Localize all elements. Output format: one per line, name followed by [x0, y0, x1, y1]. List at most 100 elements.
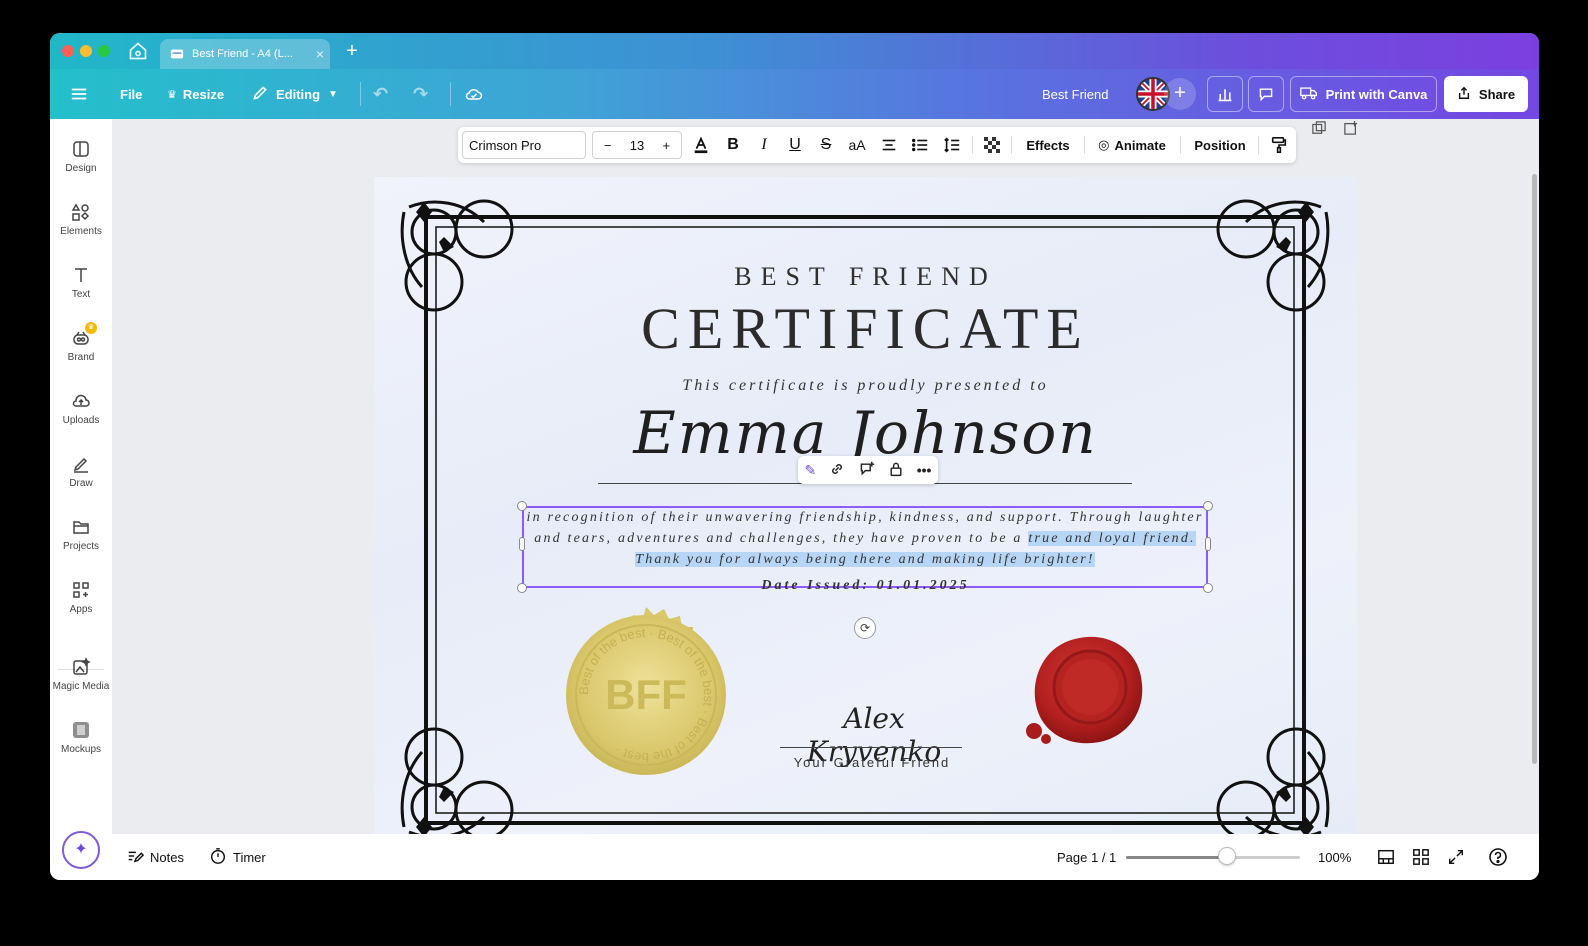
active-tab[interactable]: Best Friend - A4 (L... ×	[160, 39, 330, 69]
certificate-body-text[interactable]: in recognition of their unwavering frien…	[524, 507, 1206, 570]
fullscreen-icon[interactable]	[1447, 834, 1465, 880]
sidebar-item-brand[interactable]: ♛ Brand	[50, 322, 112, 378]
close-window-button[interactable]	[62, 45, 74, 57]
sidebar-item-apps[interactable]: Apps	[50, 574, 112, 630]
bullet-list-icon[interactable]	[907, 127, 933, 163]
page-indicator[interactable]: Page 1 / 1	[1057, 834, 1116, 880]
certificate-eyebrow[interactable]: BEST FRIEND	[374, 262, 1357, 292]
sidebar-item-label: Elements	[60, 226, 102, 237]
text-color-icon[interactable]	[688, 127, 714, 163]
brand-icon: ♛	[71, 322, 97, 348]
editing-mode-button[interactable]: Editing ▼	[252, 69, 338, 119]
undo-icon[interactable]: ↶	[373, 69, 388, 119]
paint-roller-icon[interactable]	[1266, 127, 1292, 163]
sidebar-item-uploads[interactable]: Uploads	[50, 385, 112, 441]
sidebar-item-elements[interactable]: Elements	[50, 196, 112, 252]
page-view-icon[interactable]	[1377, 834, 1395, 880]
presented-to-text[interactable]: This certificate is proudly presented to	[374, 377, 1357, 395]
sidebar-item-label: Design	[65, 163, 97, 174]
left-sidebar: Design Elements Text ♛ Brand Uploads Dra…	[50, 119, 112, 880]
letter-case-button[interactable]: aA	[844, 127, 870, 163]
bold-icon[interactable]: B	[720, 127, 746, 163]
cloud-save-icon[interactable]	[464, 69, 484, 119]
increase-size-button[interactable]: +	[652, 138, 681, 153]
close-tab-icon[interactable]: ×	[310, 46, 330, 62]
crown-icon: ♛	[167, 88, 177, 101]
magic-edit-icon[interactable]: ✎	[805, 462, 817, 479]
zoom-slider-thumb[interactable]	[1217, 847, 1236, 865]
resize-label: Resize	[182, 86, 225, 102]
certificate-title[interactable]: CERTIFICATE	[374, 295, 1357, 362]
link-icon[interactable]	[829, 461, 845, 480]
document-name[interactable]: Best Friend	[1042, 69, 1108, 119]
maximize-window-button[interactable]	[98, 45, 110, 57]
effects-button[interactable]: Effects	[1020, 127, 1076, 163]
vertical-scrollbar[interactable]	[1532, 174, 1537, 764]
sidebar-item-projects[interactable]: Projects	[50, 511, 112, 567]
help-icon[interactable]	[1488, 834, 1508, 880]
font-size-value[interactable]: 13	[622, 138, 651, 153]
file-menu-button[interactable]: File	[120, 69, 142, 119]
certificate-page[interactable]: BEST FRIEND CERTIFICATE This certificate…	[374, 177, 1357, 834]
redo-icon[interactable]: ↷	[413, 69, 428, 119]
sidebar-item-mockups[interactable]: Mockups	[50, 714, 112, 770]
more-options-icon[interactable]: •••	[917, 462, 932, 478]
add-comment-icon[interactable]	[859, 461, 875, 480]
menu-icon[interactable]	[70, 69, 92, 119]
pencil-icon	[252, 85, 268, 104]
toolbar-divider	[1258, 136, 1259, 154]
resize-button[interactable]: ♛ Resize	[167, 69, 224, 119]
sidebar-item-label: Text	[71, 289, 91, 300]
comment-icon[interactable]	[1248, 76, 1284, 112]
add-page-icon[interactable]	[1344, 121, 1360, 137]
sidebar-item-label: Uploads	[62, 415, 100, 426]
wax-seal[interactable]	[1022, 629, 1152, 759]
notes-button[interactable]: Notes	[126, 834, 184, 880]
home-icon[interactable]	[128, 41, 150, 63]
timer-button[interactable]: Timer	[209, 834, 266, 880]
sidebar-item-design[interactable]: Design	[50, 133, 112, 189]
highlighted-text: Thank you for always being there and mak…	[635, 552, 1095, 567]
duplicate-page-icon[interactable]	[1312, 121, 1328, 137]
uploads-icon	[71, 391, 91, 411]
gold-seal[interactable]: Best of the best · Best of the best · Be…	[556, 605, 736, 785]
line-spacing-icon[interactable]	[939, 127, 965, 163]
new-tab-button[interactable]: +	[342, 41, 362, 61]
italic-icon[interactable]: I	[751, 127, 777, 163]
seal-text: BFF	[605, 671, 687, 718]
premium-crown-icon: ♛	[85, 322, 97, 334]
sidebar-item-magic-media[interactable]: Magic Media	[50, 651, 112, 707]
sidebar-item-draw[interactable]: Draw	[50, 448, 112, 504]
element-quick-actions: ✎ •••	[798, 456, 938, 484]
zoom-slider[interactable]	[1126, 856, 1300, 859]
toolbar-divider	[1084, 136, 1085, 154]
lock-icon[interactable]	[888, 461, 904, 480]
magic-sparkle-icon[interactable]: ✦	[62, 831, 100, 869]
strikethrough-icon[interactable]: S	[813, 127, 839, 163]
sidebar-item-text[interactable]: Text	[50, 259, 112, 315]
timer-icon	[209, 847, 227, 868]
transparency-icon[interactable]	[979, 127, 1005, 163]
underline-icon[interactable]: U	[782, 127, 808, 163]
insights-chart-icon[interactable]	[1207, 76, 1243, 112]
font-family-select[interactable]: Crimson Pro	[462, 131, 586, 159]
align-center-icon[interactable]	[876, 127, 902, 163]
invite-plus-icon[interactable]: +	[1164, 78, 1196, 110]
app-window: Best Friend - A4 (L... × + File ♛ Resize…	[50, 33, 1539, 880]
text-format-toolbar: Crimson Pro − 13 + B I U S aA Effects ◎ …	[458, 127, 1296, 163]
position-button[interactable]: Position	[1188, 127, 1252, 163]
zoom-level[interactable]: 100%	[1318, 834, 1351, 880]
grid-view-icon[interactable]	[1412, 834, 1430, 880]
notes-icon	[126, 847, 145, 868]
signature-caption[interactable]: Your Grateful Friend	[772, 755, 972, 770]
animate-button[interactable]: ◎ Animate	[1092, 127, 1172, 163]
rotate-icon[interactable]: ⟳	[854, 617, 876, 639]
date-issued[interactable]: Date Issued: 01.01.2025	[374, 578, 1357, 594]
truck-icon	[1299, 86, 1318, 103]
apps-icon	[71, 580, 91, 600]
print-with-canva-button[interactable]: Print with Canva	[1290, 76, 1437, 112]
share-button[interactable]: Share	[1444, 76, 1528, 112]
decrease-size-button[interactable]: −	[593, 138, 622, 153]
minimize-window-button[interactable]	[80, 45, 92, 57]
mockups-icon	[71, 720, 91, 740]
